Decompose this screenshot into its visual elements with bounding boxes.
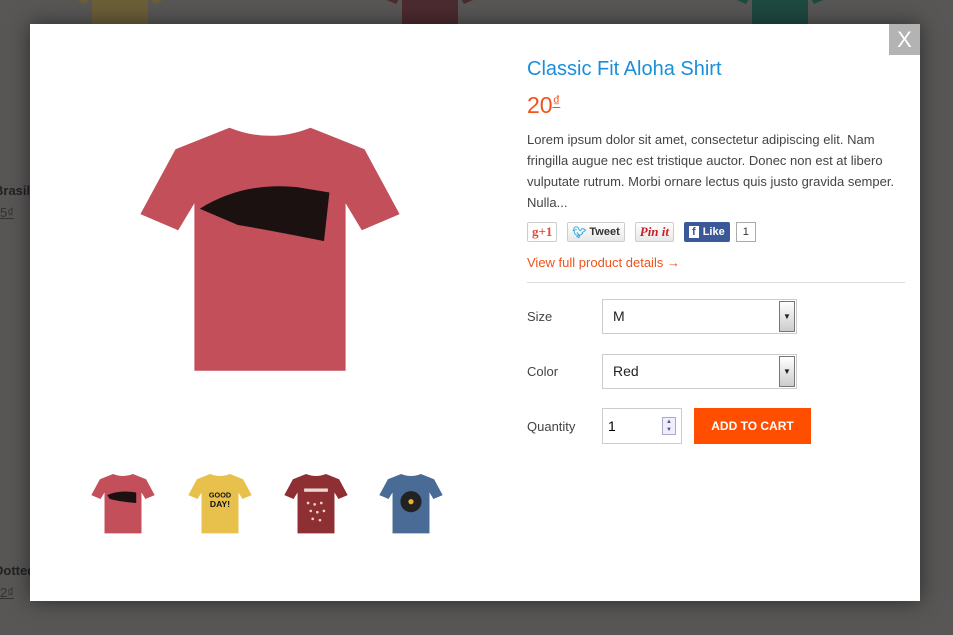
price-amount: 20 <box>527 92 553 118</box>
product-price: 20₫ <box>527 88 905 119</box>
color-value: Red <box>613 362 639 379</box>
background-product-price: 2₫ <box>0 585 14 600</box>
close-button[interactable]: X <box>889 24 920 55</box>
main-product-image <box>135 109 405 384</box>
quantity-input[interactable]: 1 ▲ ▼ <box>602 408 682 444</box>
tweet-label: Tweet <box>589 226 620 238</box>
background-product-price: 5₫ <box>0 205 14 220</box>
facebook-icon: f <box>689 226 699 238</box>
divider <box>527 282 905 283</box>
quantity-row: Quantity 1 ▲ ▼ ADD TO CART <box>527 408 905 444</box>
dropdown-arrow-icon[interactable]: ▼ <box>779 355 795 387</box>
thumbnail-blue-vinyl[interactable] <box>378 470 444 536</box>
size-value: M <box>613 307 625 324</box>
quantity-label: Quantity <box>527 418 576 434</box>
like-label: Like <box>702 226 725 238</box>
social-buttons: g+1 🐦︎ Tweet Pin it f Like 1 <box>527 221 905 243</box>
pin-it-button[interactable]: Pin it <box>634 222 675 242</box>
twitter-bird-icon: 🐦︎ <box>572 226 587 239</box>
like-count: 1 <box>735 222 756 242</box>
quantity-stepper[interactable]: ▲ ▼ <box>662 417 676 435</box>
color-row: Color Red ▼ <box>527 353 905 389</box>
color-label: Color <box>527 363 559 379</box>
add-to-cart-button[interactable]: ADD TO CART <box>694 408 811 444</box>
svg-text:DAY!: DAY! <box>210 499 230 509</box>
background-product-name: Brasil <box>0 183 31 198</box>
size-label: Size <box>527 308 553 324</box>
google-plus-button[interactable]: g+1 <box>527 222 558 242</box>
product-info: Classic Fit Aloha Shirt 20₫ Lorem ipsum … <box>527 56 905 444</box>
tweet-button[interactable]: 🐦︎ Tweet <box>567 222 625 242</box>
quick-view-modal: X GOOD DAY! Classic Fit Aloha Shirt 20₫ L… <box>30 24 920 601</box>
quantity-value: 1 <box>608 418 616 434</box>
price-currency: ₫ <box>552 93 561 110</box>
size-select[interactable]: M ▼ <box>602 298 797 334</box>
thumbnail-yellow-good-day[interactable]: GOODDAY! <box>187 470 253 536</box>
thumbnail-red-crocodile[interactable] <box>90 470 156 536</box>
view-full-details-link[interactable]: View full product details → <box>527 255 905 270</box>
dropdown-arrow-icon[interactable]: ▼ <box>779 300 795 332</box>
product-description: Lorem ipsum dolor sit amet, consectetur … <box>527 132 895 210</box>
size-row: Size M ▼ <box>527 298 905 334</box>
color-select[interactable]: Red ▼ <box>602 353 797 389</box>
facebook-like-button[interactable]: f Like <box>684 222 730 242</box>
product-title: Classic Fit Aloha Shirt <box>527 58 722 80</box>
thumbnail-maroon-illustration[interactable] <box>283 470 349 536</box>
